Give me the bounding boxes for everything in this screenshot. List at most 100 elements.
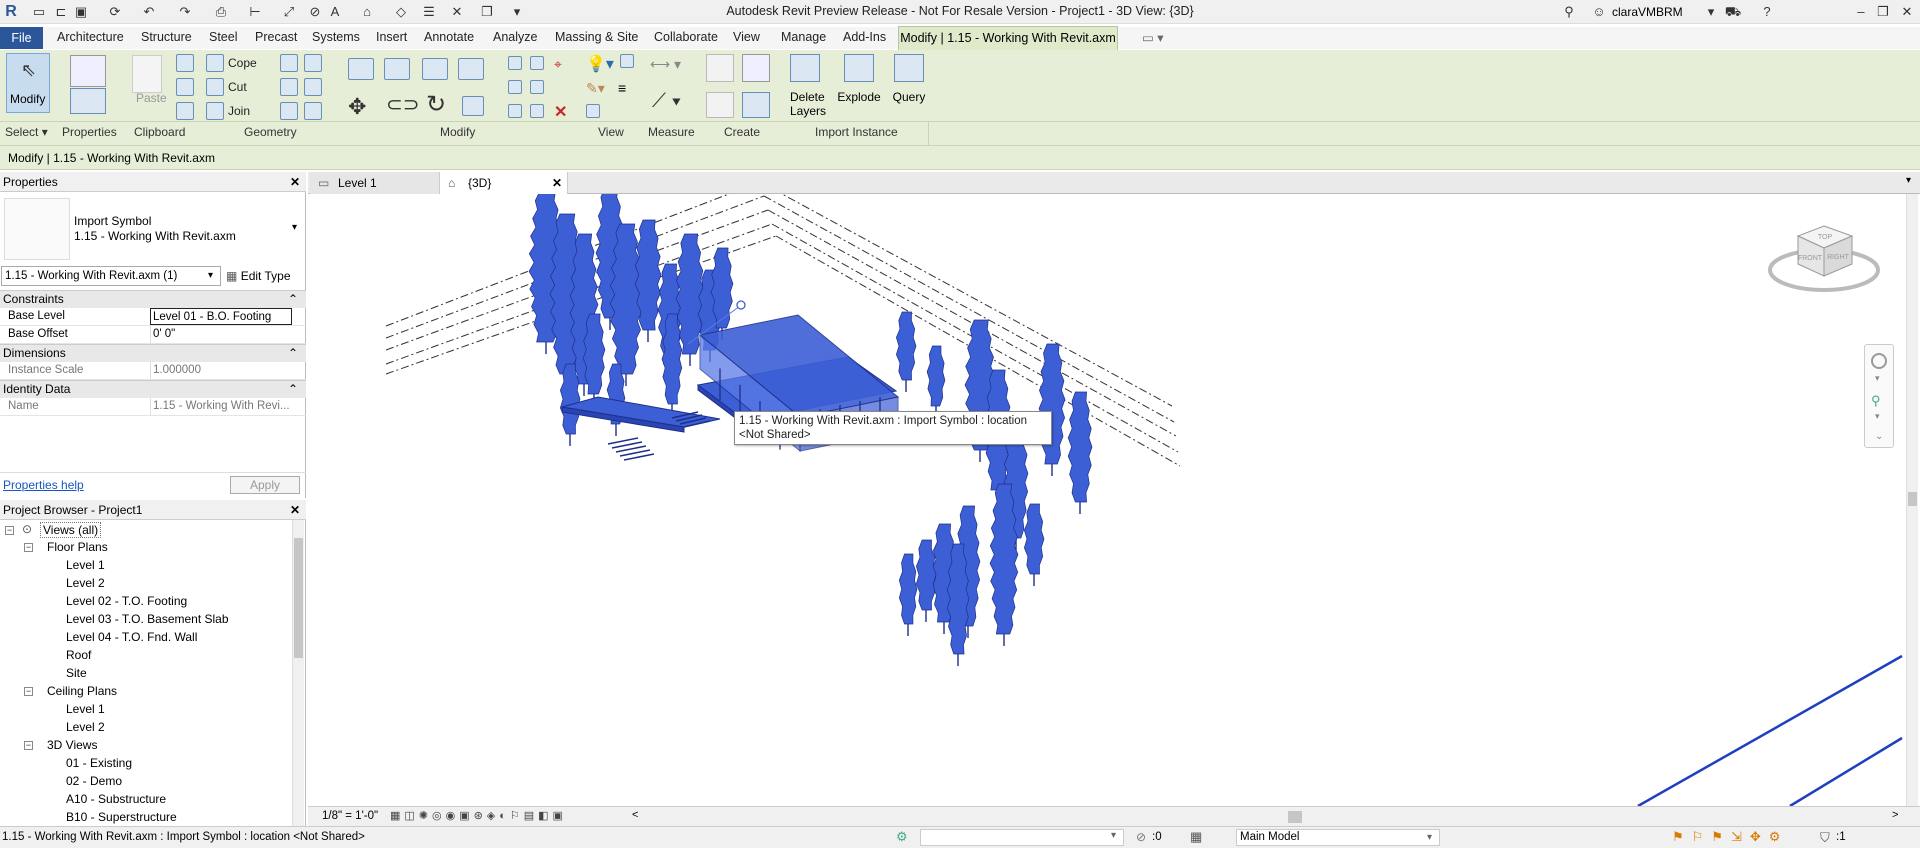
edit-type-button[interactable]: ▦ Edit Type	[226, 266, 302, 286]
trim-multiple-icon[interactable]	[530, 104, 544, 118]
binoculars-icon[interactable]: ⚲	[1560, 3, 1578, 21]
cut-geometry-icon[interactable]	[206, 78, 224, 96]
scroll-right-icon[interactable]: >	[1892, 809, 1898, 821]
cart-icon[interactable]: ⛟	[1724, 3, 1742, 21]
steering-wheel-icon[interactable]	[1871, 353, 1887, 369]
base-level-field[interactable]: Level 01 - B.O. Footing	[150, 308, 292, 325]
section-dimensions[interactable]: Dimensions ⌃	[0, 344, 306, 362]
tree-item-ceiling-plan[interactable]: Level 1	[66, 702, 105, 716]
section-constraints[interactable]: Constraints ⌃	[0, 290, 306, 308]
create-assembly-icon[interactable]	[742, 54, 770, 82]
mirror-draw-icon[interactable]	[458, 58, 484, 80]
type-properties-icon[interactable]	[70, 88, 106, 114]
design-options-icon[interactable]: ▦	[1190, 829, 1202, 845]
tab-add-ins[interactable]: Add-Ins	[843, 30, 886, 44]
viewport-vertical-scrollbar[interactable]	[1906, 194, 1918, 806]
tree-item-floor-plan[interactable]: Site	[66, 666, 87, 680]
tab-insert[interactable]: Insert	[376, 30, 407, 44]
view-control-icons[interactable]: ▦◫✺◎◉▣⊛◈◐⚐▤◧▣	[390, 809, 567, 822]
cope-icon[interactable]	[206, 54, 224, 72]
join-button[interactable]: Join	[228, 104, 250, 118]
design-option-select[interactable]: Main Model ▾	[1236, 829, 1440, 846]
view-filter-icon[interactable]	[586, 104, 600, 118]
workset-select[interactable]: ▾	[920, 829, 1124, 846]
pin-icon[interactable]	[508, 104, 522, 118]
offset-icon[interactable]	[384, 58, 410, 80]
collapse-icon[interactable]: ⌃	[288, 291, 298, 308]
wall-joins-icon[interactable]	[280, 54, 298, 72]
tab-annotate[interactable]: Annotate	[424, 30, 474, 44]
tree-node-views-all[interactable]: Views (all)	[40, 522, 102, 538]
tree-item-3d-view[interactable]: 02 - Demo	[66, 774, 122, 788]
user-dropdown-icon[interactable]: ▾	[1702, 3, 1720, 21]
tree-item-3d-view[interactable]: 01 - Existing	[66, 756, 132, 770]
user-icon[interactable]: ☺	[1590, 3, 1608, 21]
scrollbar-thumb[interactable]	[1908, 492, 1917, 506]
worksets-icon[interactable]: ⚙	[896, 829, 908, 845]
tree-item-floor-plan[interactable]: Level 1	[66, 558, 105, 572]
ribbon-options-icon[interactable]: ▭ ▾	[1142, 30, 1164, 45]
tree-item-floor-plan[interactable]: Level 03 - T.O. Basement Slab	[66, 612, 229, 626]
close-icon[interactable]: ✕	[1898, 3, 1916, 21]
section-identity-data[interactable]: Identity Data ⌃	[0, 380, 306, 398]
minimize-icon[interactable]: –	[1852, 3, 1870, 21]
base-offset-field[interactable]: 0' 0"	[150, 326, 292, 343]
close-icon[interactable]: ✕	[290, 500, 300, 520]
mirror-axis-icon[interactable]	[422, 58, 448, 80]
viewcube[interactable]: TOP FRONT RIGHT	[1768, 222, 1880, 302]
tree-item-3d-view[interactable]: A10 - Substructure	[66, 792, 166, 806]
collapse-icon[interactable]: ⌃	[288, 345, 298, 362]
help-icon[interactable]: ?	[1758, 3, 1776, 21]
type-selector-dropdown-icon[interactable]: ▾	[292, 222, 297, 233]
query-button[interactable]: Query	[890, 90, 928, 104]
copy-icon[interactable]	[176, 78, 194, 96]
3d-viewport[interactable]: 1.15 - Working With Revit.axm : Import S…	[308, 194, 1908, 806]
wheel-dropdown-icon[interactable]: ▾	[1875, 373, 1880, 384]
tree-item-floor-plan[interactable]: Level 2	[66, 576, 105, 590]
array-icon[interactable]	[508, 80, 522, 94]
tree-item-floor-plan[interactable]: Level 04 - T.O. Fnd. Wall	[66, 630, 197, 644]
split-face-icon[interactable]	[280, 78, 298, 96]
split-icon[interactable]	[508, 56, 522, 70]
measure-icon[interactable]: ⟋ ▾	[652, 90, 681, 113]
create-similar-icon[interactable]	[742, 92, 770, 118]
tab-level-1[interactable]: ▭ Level 1	[310, 172, 440, 194]
cope-button[interactable]: Cope	[228, 56, 257, 70]
remove-paint-icon[interactable]	[304, 102, 322, 120]
delete-layers-icon[interactable]	[790, 54, 820, 82]
move-icon[interactable]: ✥	[348, 94, 366, 120]
tab-manage[interactable]: Manage	[781, 30, 826, 44]
join-roof-icon[interactable]	[304, 78, 322, 96]
scale-button[interactable]: 1/8" = 1'-0"	[322, 810, 378, 822]
close-icon[interactable]: ✕	[290, 172, 300, 192]
tab-architecture[interactable]: Architecture	[57, 30, 124, 44]
delete-layers-label[interactable]: Layers	[790, 104, 826, 118]
tab-steel[interactable]: Steel	[209, 30, 238, 44]
tree-item-ceiling-plan[interactable]: Level 2	[66, 720, 105, 734]
hatch-icon[interactable]: ≡	[618, 80, 626, 96]
scale-icon[interactable]	[530, 80, 544, 94]
join-icon[interactable]	[206, 102, 224, 120]
tree-node-floor-plans[interactable]: Floor Plans	[47, 540, 108, 554]
user-name[interactable]: claraVMBRM	[1612, 5, 1683, 19]
horizontal-scrollbar-thumb[interactable]	[1288, 811, 1302, 823]
select-panel-label[interactable]: Select ▾	[5, 125, 48, 139]
demolish-icon[interactable]	[304, 54, 322, 72]
copy-element-icon[interactable]: ⊂⊃	[386, 92, 420, 117]
tree-item-floor-plan[interactable]: Roof	[66, 648, 91, 662]
tab-collaborate[interactable]: Collaborate	[654, 30, 718, 44]
collapse-icon[interactable]: ⌃	[288, 381, 298, 398]
cut-button[interactable]: Cut	[228, 80, 247, 94]
tab-view[interactable]: View	[733, 30, 760, 44]
delete-layers-button[interactable]: Delete	[790, 90, 825, 104]
zoom-dropdown-icon[interactable]: ▾	[1875, 411, 1880, 422]
tab-systems[interactable]: Systems	[312, 30, 360, 44]
tree-item-3d-view[interactable]: B10 - Superstructure	[66, 810, 177, 824]
tab-massing-site[interactable]: Massing & Site	[555, 30, 638, 44]
override-graphics-icon[interactable]: ✎▾	[586, 80, 605, 97]
collapse-toggle[interactable]: −	[24, 741, 33, 750]
explode-icon[interactable]	[844, 54, 874, 82]
cut-scissors-icon[interactable]	[176, 54, 194, 72]
close-tab-icon[interactable]: ✕	[552, 172, 562, 194]
apply-button[interactable]: Apply	[230, 476, 300, 494]
